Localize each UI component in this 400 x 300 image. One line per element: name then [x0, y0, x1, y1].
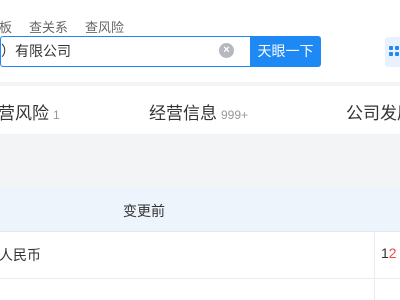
category-tabs: 营风险 1 经营信息 999+ 公司发展: [0, 86, 400, 134]
search-input-value: ）有限公司: [1, 43, 71, 59]
top-tab-board[interactable]: 板: [0, 17, 12, 36]
tab-operation-risk-count: 1: [53, 108, 60, 122]
apps-grid-icon[interactable]: [385, 37, 400, 67]
search-input[interactable]: ）有限公司: [0, 36, 250, 67]
cell-before-value: 人民币: [0, 247, 41, 263]
tab-business-info-count: 999+: [221, 108, 249, 122]
search-header: 板 查关系 查风险 ）有限公司 × 天眼一下: [0, 0, 400, 82]
tab-operation-risk[interactable]: 营风险 1: [0, 99, 60, 124]
table-header: 变更前: [0, 187, 400, 232]
cell-after-value: 12: [381, 245, 397, 261]
top-tab-risk[interactable]: 查风险: [85, 17, 124, 36]
column-divider: [374, 231, 375, 300]
clear-icon[interactable]: ×: [219, 43, 234, 58]
column-header-before: 变更前: [123, 203, 165, 219]
tab-business-info[interactable]: 经营信息 999+: [149, 99, 248, 124]
search-button[interactable]: 天眼一下: [250, 36, 321, 67]
tab-business-info-label: 经营信息: [149, 104, 217, 123]
cell-after-value-start: 1: [381, 245, 389, 261]
tab-operation-risk-label: 营风险: [0, 104, 49, 123]
tab-company-development-label: 公司发展: [346, 104, 400, 123]
tab-company-development[interactable]: 公司发展: [346, 99, 400, 124]
change-record-table: 变更前 人民币 12: [0, 187, 400, 300]
table-row: 人民币 12: [0, 232, 400, 279]
cell-after-value-highlight: 2: [388, 245, 397, 261]
top-tab-relations[interactable]: 查关系: [29, 17, 68, 36]
clear-icon-glyph: ×: [223, 44, 230, 56]
